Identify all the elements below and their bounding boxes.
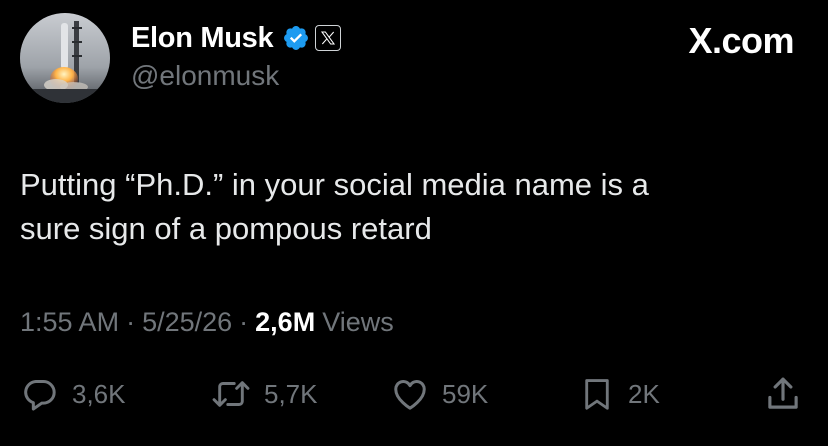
views-label[interactable]: Views	[322, 307, 394, 338]
bookmark-count: 2K	[628, 378, 660, 409]
retweet-count: 5,7K	[264, 378, 318, 409]
reply-icon	[24, 380, 56, 411]
x-logo-icon[interactable]	[315, 25, 342, 51]
tweet-text-line-1: Putting “Ph.D.” in your social media nam…	[20, 167, 649, 202]
tweet-date[interactable]: 5/25/26	[142, 307, 232, 338]
retweet-button[interactable]: 5,7K	[210, 372, 318, 416]
retweet-icon	[212, 381, 250, 407]
tweet-meta: 1:55 AM · 5/25/26 · 2,6M Views	[20, 307, 394, 338]
author-name-row: Elon Musk	[131, 20, 342, 56]
bookmark-icon	[585, 379, 609, 410]
share-button[interactable]	[762, 372, 804, 416]
brand-watermark: X.com	[688, 20, 794, 61]
tweet-text: Putting “Ph.D.” in your social media nam…	[20, 163, 800, 251]
heart-icon	[394, 380, 426, 410]
avatar[interactable]	[20, 13, 110, 103]
avatar-rocket-launch-image	[20, 13, 110, 103]
meta-separator: ·	[239, 307, 249, 337]
action-bar: 3,6K 5,7K 59K 2K	[0, 372, 828, 416]
tweet-time[interactable]: 1:55 AM	[20, 307, 119, 338]
verified-badge-icon[interactable]	[282, 24, 310, 52]
reply-count: 3,6K	[72, 378, 126, 409]
tweet-text-line-2: sure sign of a pompous retard	[20, 211, 432, 246]
like-button[interactable]: 59K	[390, 372, 488, 416]
share-icon	[768, 377, 798, 409]
author-handle[interactable]: @elonmusk	[131, 60, 279, 92]
views-count[interactable]: 2,6M	[255, 307, 315, 338]
like-count: 59K	[442, 378, 489, 409]
bookmark-button[interactable]: 2K	[578, 372, 660, 416]
author-display-name[interactable]: Elon Musk	[131, 22, 274, 55]
reply-button[interactable]: 3,6K	[20, 372, 126, 416]
meta-separator: ·	[126, 307, 136, 337]
